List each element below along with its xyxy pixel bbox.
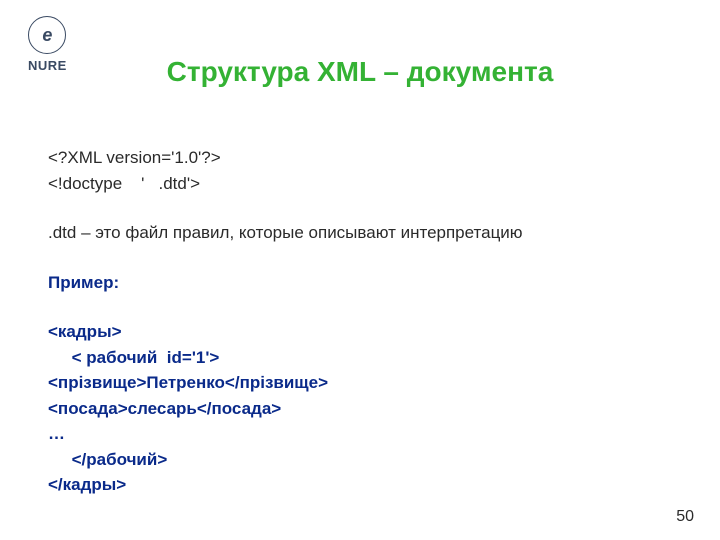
doctype-line: <!doctype ' .dtd'> <box>48 171 672 197</box>
example-line-4: <посада>слесарь</посада> <box>48 396 672 422</box>
xml-example-block: <кадры> < рабочий id='1'> <прізвище>Петр… <box>48 319 672 498</box>
example-line-1: <кадры> <box>48 319 672 345</box>
example-line-5: … <box>48 421 672 447</box>
logo-circle: e <box>28 16 66 54</box>
example-line-7: </кадры> <box>48 472 672 498</box>
page-number: 50 <box>676 508 694 526</box>
example-line-3: <прізвище>Петренко</прізвище> <box>48 370 672 396</box>
dtd-description: .dtd – это файл правил, которые описываю… <box>48 220 672 246</box>
slide-title: Структура XML – документа <box>0 56 720 88</box>
example-label: Пример: <box>48 270 672 296</box>
xml-declaration-line: <?XML version='1.0'?> <box>48 145 672 171</box>
example-line-6: </рабочий> <box>48 447 672 473</box>
example-line-2: < рабочий id='1'> <box>48 345 672 371</box>
logo-inner-glyph: e <box>42 25 52 46</box>
slide-content: <?XML version='1.0'?> <!doctype ' .dtd'>… <box>48 145 672 498</box>
